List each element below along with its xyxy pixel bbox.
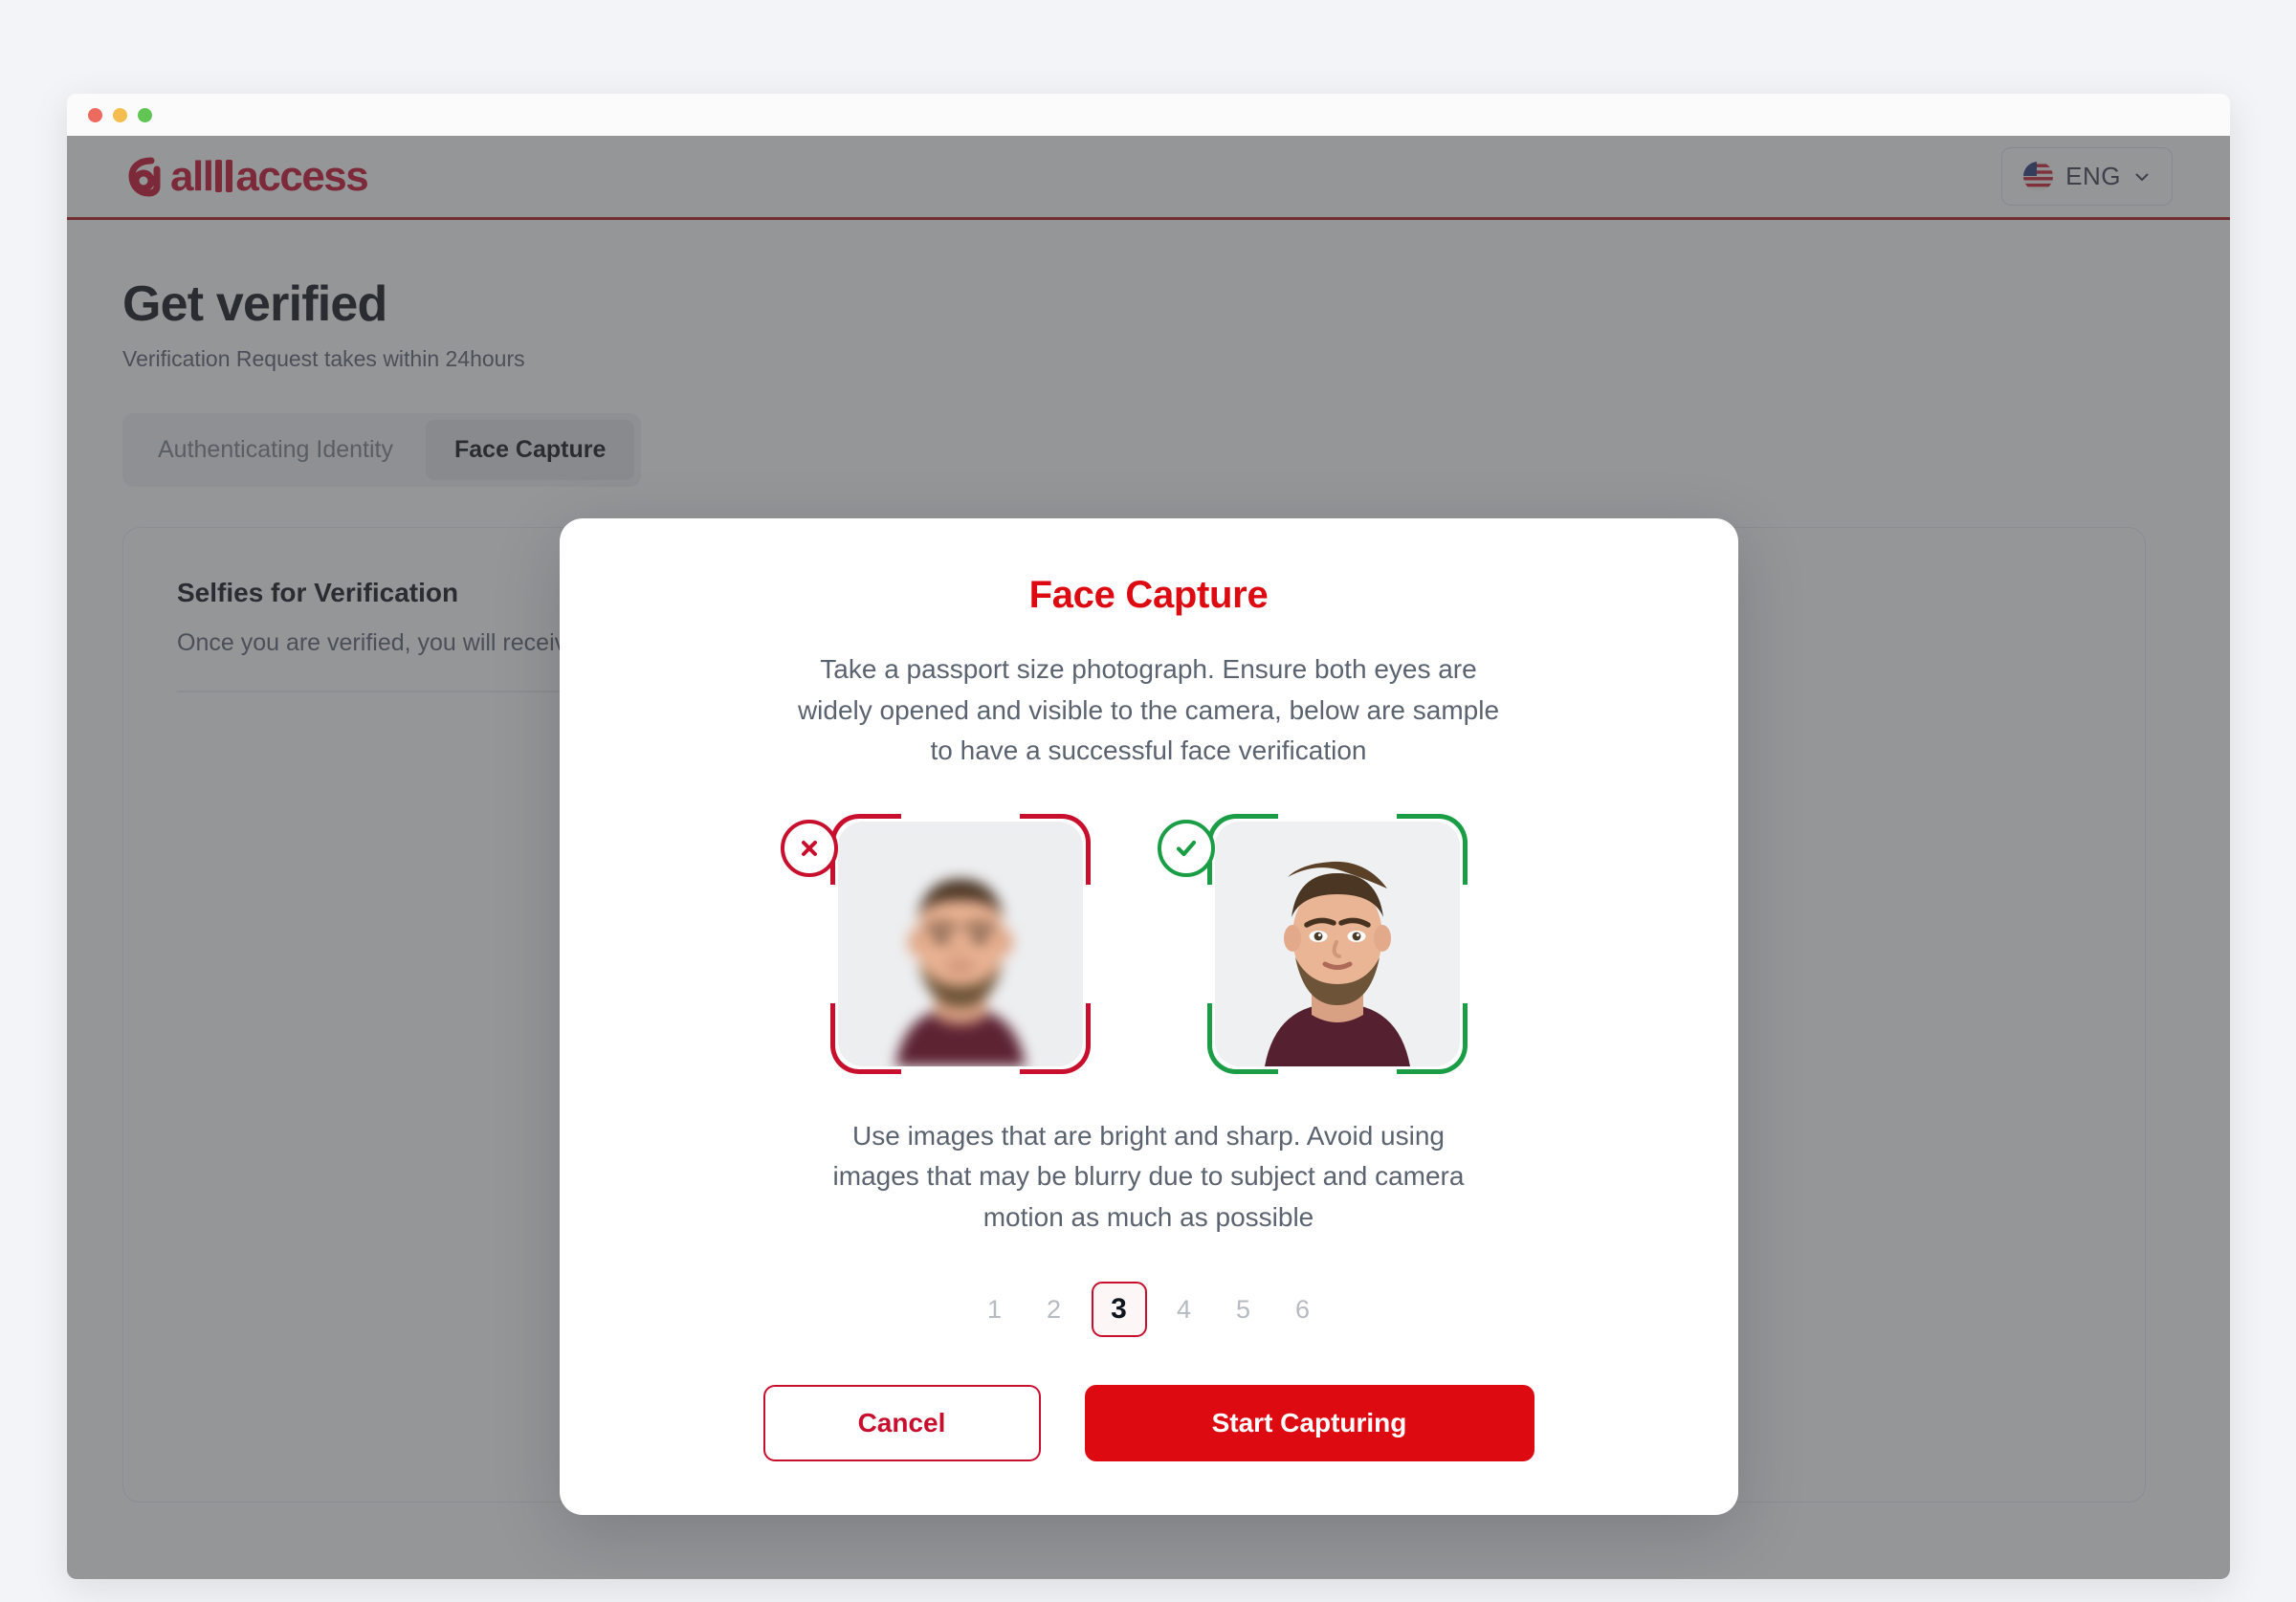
application-viewport: all accessallaccess	[67, 136, 2230, 1579]
pagination-page-5[interactable]: 5	[1222, 1287, 1266, 1331]
face-capture-modal: Face Capture Take a passport size photog…	[559, 518, 1738, 1516]
sample-bad	[780, 813, 1091, 1074]
blurry-portrait-photo	[837, 821, 1083, 1066]
browser-window: all accessallaccess	[67, 94, 2230, 1579]
sample-good	[1157, 813, 1468, 1074]
modal-intro-text: Take a passport size photograph. Ensure …	[797, 654, 1500, 766]
sharp-portrait-photo	[1214, 821, 1460, 1066]
window-maximize-button[interactable]	[138, 107, 152, 122]
circle-check-icon	[1157, 819, 1215, 877]
sample-good-photo-wrap	[1206, 813, 1468, 1074]
sample-bad-photo-wrap	[829, 813, 1091, 1074]
pagination-page-4[interactable]: 4	[1162, 1287, 1206, 1331]
pagination-page-1[interactable]: 1	[973, 1287, 1017, 1331]
circle-x-icon	[780, 819, 838, 877]
pagination-page-6[interactable]: 6	[1281, 1287, 1325, 1331]
window-close-button[interactable]	[88, 107, 102, 122]
modal-pagination: 1 2 3 4 5 6	[630, 1282, 1667, 1338]
modal-title: Face Capture	[1028, 574, 1269, 616]
modal-actions: Cancel Start Capturing	[630, 1385, 1667, 1462]
pagination-page-3[interactable]: 3	[1091, 1282, 1147, 1338]
start-capturing-button[interactable]: Start Capturing	[1084, 1385, 1534, 1462]
window-minimize-button[interactable]	[113, 107, 127, 122]
modal-note-text: Use images that are bright and sharp. Av…	[832, 1120, 1465, 1232]
sample-photos	[630, 813, 1667, 1074]
pagination-page-2[interactable]: 2	[1032, 1287, 1076, 1331]
cancel-button[interactable]: Cancel	[762, 1385, 1041, 1462]
window-titlebar	[67, 94, 2230, 136]
